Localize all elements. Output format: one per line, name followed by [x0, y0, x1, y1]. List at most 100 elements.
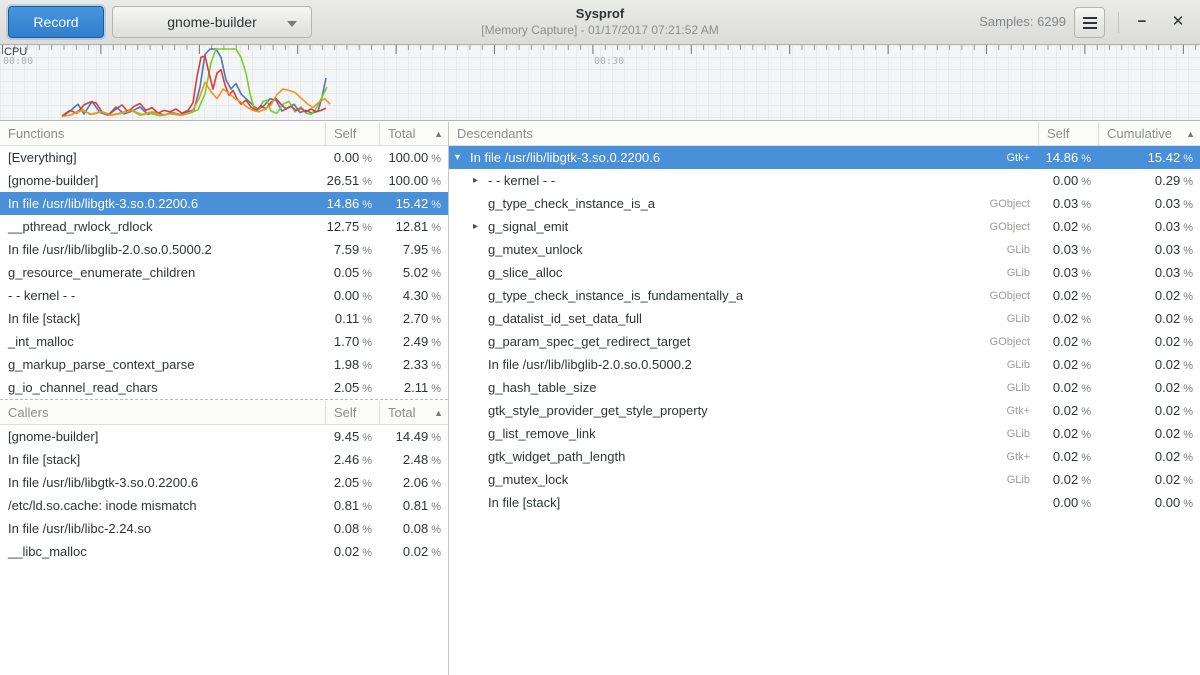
percent-value: 2.11 [404, 380, 428, 395]
table-row[interactable]: In file [stack]0.00%0.00% [449, 491, 1200, 514]
percent-value: 0.00 [1053, 173, 1078, 188]
cell-percent: 0.02% [1038, 449, 1098, 464]
table-row[interactable]: In file /usr/lib/libgtk-3.so.0.2200.614.… [0, 192, 448, 215]
percent-value: 100.00 [388, 173, 428, 188]
percent-value: 26.51 [327, 173, 360, 188]
cell-function-name: [gnome-builder] [0, 173, 325, 188]
column-header-total[interactable]: Total ▲ [379, 122, 448, 145]
sort-ascending-icon: ▲ [434, 401, 443, 425]
target-dropdown-label: gnome-builder [167, 7, 257, 37]
table-row[interactable]: g_list_remove_linkGLib0.02%0.02% [449, 422, 1200, 445]
percent-value: 5.02 [403, 265, 428, 280]
cell-function-name: In file /usr/lib/libc-2.24.so [0, 521, 325, 536]
percent-unit: % [1081, 222, 1091, 234]
table-row[interactable]: [Everything]0.00%100.00% [0, 146, 448, 169]
table-row[interactable]: [gnome-builder]26.51%100.00% [0, 169, 448, 192]
column-header-descendants[interactable]: Descendants [449, 122, 1038, 145]
library-tag: GLib [1007, 428, 1038, 440]
column-header-self[interactable]: Self [325, 401, 379, 424]
function-name-label: In file [stack] [488, 495, 560, 510]
percent-unit: % [362, 245, 372, 257]
table-row[interactable]: In file [stack]2.46%2.48% [0, 448, 448, 471]
cell-function-name: ▾In file /usr/lib/libgtk-3.so.0.2200.6Gt… [449, 150, 1038, 165]
percent-unit: % [362, 501, 372, 513]
cpu-graph[interactable]: CPU 00:00 00:30 [0, 45, 1200, 121]
cell-function-name: /etc/ld.so.cache: inode mismatch [0, 498, 325, 513]
cell-function-name: g_slice_allocGLib [449, 265, 1038, 280]
table-row[interactable]: __pthread_rwlock_rdlock12.75%12.81% [0, 215, 448, 238]
table-row[interactable]: g_io_channel_read_chars2.05%2.11% [0, 376, 448, 399]
cell-function-name: In file /usr/lib/libgtk-3.so.0.2200.6 [0, 196, 325, 211]
cell-function-name: g_list_remove_linkGLib [449, 426, 1038, 441]
percent-unit: % [1081, 314, 1091, 326]
cell-percent: 5.02% [379, 265, 448, 280]
table-row[interactable]: _int_malloc1.70%2.49% [0, 330, 448, 353]
cell-percent: 0.02% [1038, 334, 1098, 349]
column-header-self[interactable]: Self [325, 122, 379, 145]
percent-value: 0.02 [334, 544, 359, 559]
table-row[interactable]: g_datalist_id_set_data_fullGLib0.02%0.02… [449, 307, 1200, 330]
table-row[interactable]: gtk_widget_path_lengthGtk+0.02%0.02% [449, 445, 1200, 468]
table-row[interactable]: ▸g_signal_emitGObject0.02%0.03% [449, 215, 1200, 238]
table-row[interactable]: g_mutex_lockGLib0.02%0.02% [449, 468, 1200, 491]
column-header-self[interactable]: Self [1038, 122, 1098, 145]
column-header-cumulative[interactable]: Cumulative ▲ [1098, 122, 1200, 145]
column-header-total[interactable]: Total ▲ [379, 401, 448, 424]
percent-value: 9.45 [334, 429, 359, 444]
column-header-total-label: Total [388, 401, 415, 425]
target-dropdown[interactable]: gnome-builder [112, 6, 312, 38]
percent-unit: % [431, 432, 441, 444]
main-content: Functions Self Total ▲ [Everything]0.00%… [0, 122, 1200, 675]
percent-value: 0.00 [334, 288, 359, 303]
percent-unit: % [362, 383, 372, 395]
table-row[interactable]: In file [stack]0.11%2.70% [0, 307, 448, 330]
table-row[interactable]: In file /usr/lib/libglib-2.0.so.0.5000.2… [0, 238, 448, 261]
cell-percent: 0.81% [325, 498, 379, 513]
table-row[interactable]: In file /usr/lib/libglib-2.0.so.0.5000.2… [449, 353, 1200, 376]
table-row[interactable]: g_mutex_unlockGLib0.03%0.03% [449, 238, 1200, 261]
table-row[interactable]: In file /usr/lib/libc-2.24.so0.08%0.08% [0, 517, 448, 540]
cell-percent: 0.00% [1038, 495, 1098, 510]
table-row[interactable]: g_type_check_instance_is_fundamentally_a… [449, 284, 1200, 307]
table-row[interactable]: g_type_check_instance_is_aGObject0.03%0.… [449, 192, 1200, 215]
table-row[interactable]: g_param_spec_get_redirect_targetGObject0… [449, 330, 1200, 353]
table-row[interactable]: g_hash_table_sizeGLib0.02%0.02% [449, 376, 1200, 399]
table-row[interactable]: ▾In file /usr/lib/libgtk-3.so.0.2200.6Gt… [449, 146, 1200, 169]
table-row[interactable]: /etc/ld.so.cache: inode mismatch0.81%0.8… [0, 494, 448, 517]
percent-value: 15.42 [1148, 150, 1181, 165]
table-row[interactable]: In file /usr/lib/libgtk-3.so.0.2200.62.0… [0, 471, 448, 494]
table-row[interactable]: [gnome-builder]9.45%14.49% [0, 425, 448, 448]
library-tag: GObject [990, 221, 1038, 233]
table-row[interactable]: g_markup_parse_context_parse1.98%2.33% [0, 353, 448, 376]
percent-unit: % [362, 222, 372, 234]
column-header-callers[interactable]: Callers [0, 401, 325, 424]
minimize-button[interactable]: − [1128, 8, 1156, 36]
cell-function-name: g_type_check_instance_is_aGObject [449, 196, 1038, 211]
percent-unit: % [1183, 245, 1193, 257]
menu-button[interactable] [1074, 7, 1105, 38]
percent-value: 0.81 [403, 498, 428, 513]
expander-collapsed-icon[interactable]: ▸ [473, 175, 488, 186]
record-button[interactable]: Record [8, 6, 104, 38]
expander-expanded-icon[interactable]: ▾ [455, 152, 470, 163]
table-row[interactable]: g_resource_enumerate_children0.05%5.02% [0, 261, 448, 284]
percent-value: 0.02 [1155, 472, 1180, 487]
percent-unit: % [362, 432, 372, 444]
cell-function-name: gtk_style_provider_get_style_propertyGtk… [449, 403, 1038, 418]
percent-unit: % [362, 547, 372, 559]
table-row[interactable]: - - kernel - -0.00%4.30% [0, 284, 448, 307]
expander-collapsed-icon[interactable]: ▸ [473, 221, 488, 232]
table-row[interactable]: __libc_malloc0.02%0.02% [0, 540, 448, 563]
close-button[interactable]: ✕ [1164, 8, 1192, 36]
table-row[interactable]: g_slice_allocGLib0.03%0.03% [449, 261, 1200, 284]
table-row[interactable]: gtk_style_provider_get_style_propertyGtk… [449, 399, 1200, 422]
percent-value: 2.05 [334, 380, 359, 395]
percent-value: 7.59 [334, 242, 359, 257]
cell-percent: 0.02% [1038, 472, 1098, 487]
cell-function-name: _int_malloc [0, 334, 325, 349]
table-row[interactable]: ▸- - kernel - -0.00%0.29% [449, 169, 1200, 192]
percent-value: 0.02 [1155, 311, 1180, 326]
percent-unit: % [1081, 176, 1091, 188]
cell-percent: 0.02% [379, 544, 448, 559]
column-header-functions[interactable]: Functions [0, 122, 325, 145]
